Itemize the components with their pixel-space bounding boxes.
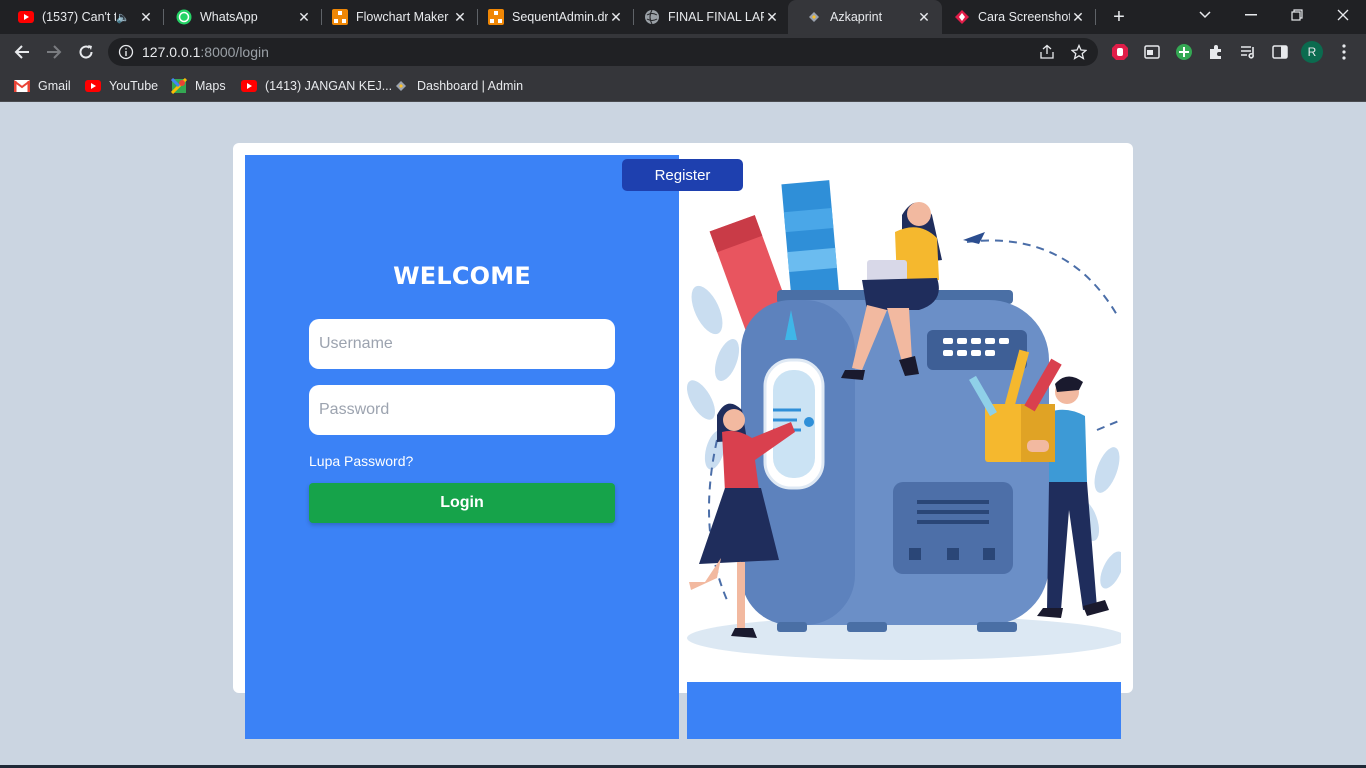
tab-whatsapp[interactable]: WhatsApp ✕ bbox=[158, 0, 322, 34]
new-tab-button[interactable]: + bbox=[1108, 6, 1130, 28]
gmail-icon bbox=[14, 78, 30, 94]
close-tab-icon[interactable]: ✕ bbox=[608, 9, 624, 26]
tab-cara-screenshot[interactable]: Cara Screenshot ✕ bbox=[936, 0, 1096, 34]
tab-title: WhatsApp bbox=[200, 10, 258, 24]
youtube-icon bbox=[85, 78, 101, 94]
site-icon bbox=[393, 78, 409, 94]
back-button[interactable] bbox=[10, 40, 34, 64]
youtube-icon bbox=[18, 9, 34, 25]
maps-icon bbox=[171, 78, 187, 94]
tab-title: (1537) Can't t bbox=[42, 10, 117, 24]
bookmark-gmail[interactable]: Gmail bbox=[14, 77, 71, 95]
tab-title: FINAL FINAL LAP bbox=[668, 10, 764, 24]
extensions-puzzle-icon[interactable] bbox=[1205, 41, 1227, 63]
tab-title: Azkaprint bbox=[830, 10, 883, 24]
bookmark-label: Maps bbox=[195, 79, 226, 93]
close-tab-icon[interactable]: ✕ bbox=[1070, 9, 1086, 26]
bookmark-label: YouTube bbox=[109, 79, 159, 93]
reload-button[interactable] bbox=[74, 40, 98, 64]
share-icon[interactable] bbox=[1036, 41, 1058, 63]
bookmarks-bar: Gmail YouTube Maps (1413) JANGAN KEJ... … bbox=[0, 70, 1366, 102]
tab-search-chevron-icon[interactable] bbox=[1182, 0, 1228, 30]
plus-extension-icon[interactable] bbox=[1173, 41, 1195, 63]
drawio-icon bbox=[488, 9, 504, 25]
menu-kebab-icon[interactable] bbox=[1333, 41, 1355, 63]
close-window-button[interactable] bbox=[1320, 0, 1366, 30]
tab-title: Flowchart Maker bbox=[356, 10, 449, 24]
bookmark-maps[interactable]: Maps bbox=[171, 77, 226, 95]
close-tab-icon[interactable]: ✕ bbox=[452, 9, 468, 26]
media-queue-icon[interactable] bbox=[1237, 41, 1259, 63]
side-panel-icon[interactable] bbox=[1269, 41, 1291, 63]
close-tab-icon[interactable]: ✕ bbox=[764, 9, 780, 26]
register-button[interactable]: Register bbox=[622, 159, 743, 191]
bookmark-dashboard-admin[interactable]: Dashboard | Admin bbox=[393, 77, 523, 95]
site-icon bbox=[806, 9, 822, 25]
youtube-icon bbox=[241, 78, 257, 94]
profile-avatar[interactable]: R bbox=[1301, 41, 1323, 63]
adblock-extension-icon[interactable] bbox=[1109, 41, 1131, 63]
password-input[interactable] bbox=[309, 385, 615, 435]
speaker-icon[interactable]: 🔈 bbox=[116, 11, 130, 24]
bookmark-label: Dashboard | Admin bbox=[417, 79, 524, 93]
drawio-icon bbox=[332, 9, 348, 25]
bookmark-label: Gmail bbox=[38, 79, 71, 93]
site-info-icon[interactable] bbox=[118, 44, 134, 65]
omnibox[interactable]: 127.0.0.1:8000/login bbox=[108, 38, 1098, 66]
tab-title: SequentAdmin.dr bbox=[512, 10, 608, 24]
tab-sequent-admin[interactable]: SequentAdmin.dr ✕ bbox=[470, 0, 634, 34]
bookmark-label: (1413) JANGAN KEJ... bbox=[265, 79, 393, 93]
tab-title: Cara Screenshot bbox=[978, 10, 1070, 24]
tab-flowchart-maker[interactable]: Flowchart Maker ✕ bbox=[314, 0, 478, 34]
url-text: 127.0.0.1:8000/login bbox=[142, 44, 269, 60]
screenshot-site-icon bbox=[954, 9, 970, 25]
tab-azkaprint[interactable]: Azkaprint ✕ bbox=[788, 0, 942, 34]
printing-illustration bbox=[687, 180, 1121, 660]
login-button[interactable]: Login bbox=[309, 483, 615, 523]
illustration-footer-strip bbox=[687, 682, 1121, 739]
bookmark-star-icon[interactable] bbox=[1068, 41, 1090, 63]
close-tab-icon[interactable]: ✕ bbox=[296, 9, 312, 26]
window-extension-icon[interactable] bbox=[1141, 41, 1163, 63]
url-host: 127.0.0.1 bbox=[142, 44, 201, 60]
restore-button[interactable] bbox=[1274, 0, 1320, 30]
username-input[interactable] bbox=[309, 319, 615, 369]
address-toolbar: 127.0.0.1:8000/login R bbox=[0, 34, 1366, 70]
url-path: :8000/login bbox=[200, 44, 269, 60]
whatsapp-icon bbox=[176, 9, 192, 25]
bookmark-youtube[interactable]: YouTube bbox=[85, 77, 158, 95]
tab-separator bbox=[1095, 9, 1096, 25]
forward-button[interactable] bbox=[42, 40, 66, 64]
bookmark-jangan-kej[interactable]: (1413) JANGAN KEJ... bbox=[241, 77, 392, 95]
printer-vent-panel bbox=[893, 482, 1013, 574]
close-tab-icon[interactable]: ✕ bbox=[916, 9, 932, 26]
globe-icon bbox=[644, 9, 660, 25]
close-tab-icon[interactable]: ✕ bbox=[138, 9, 154, 26]
tab-youtube-cant[interactable]: (1537) Can't t 🔈 ✕ bbox=[0, 0, 164, 34]
login-panel bbox=[245, 155, 679, 739]
forgot-password-link[interactable]: Lupa Password? bbox=[309, 453, 413, 469]
browser-tab-strip: (1537) Can't t 🔈 ✕ WhatsApp ✕ Flowchart … bbox=[0, 0, 1366, 34]
minimize-button[interactable] bbox=[1228, 0, 1274, 30]
welcome-heading: WELCOME bbox=[393, 262, 531, 290]
tab-final-lap[interactable]: FINAL FINAL LAP ✕ bbox=[626, 0, 790, 34]
